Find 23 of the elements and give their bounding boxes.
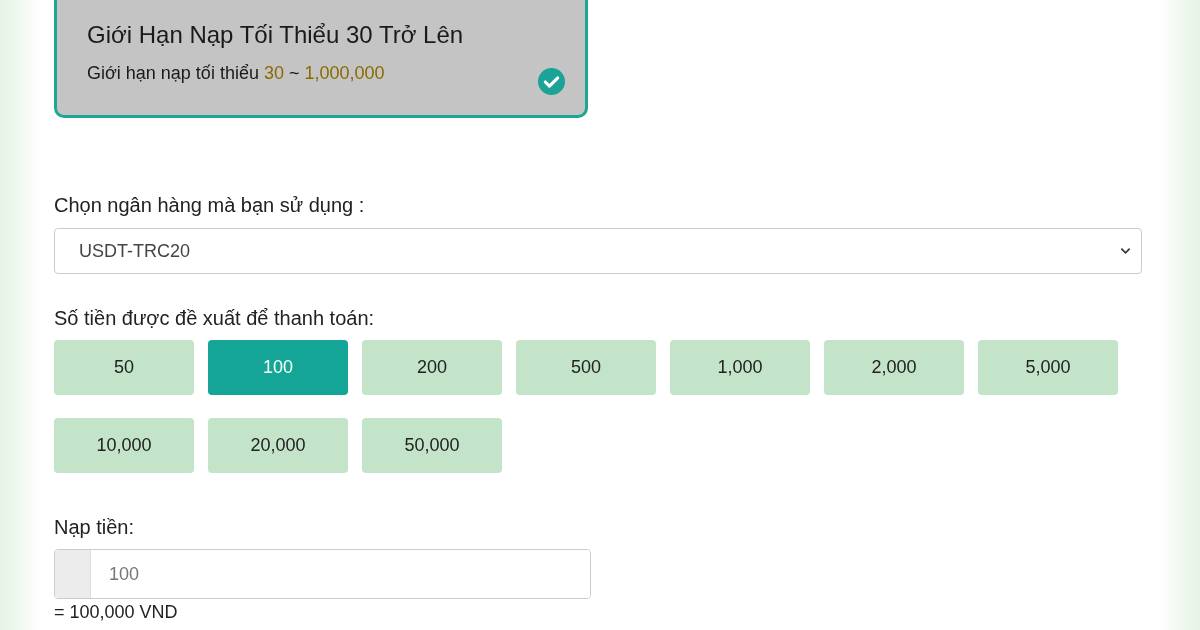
option-title: Giới Hạn Nạp Tối Thiểu 30 Trở Lên	[87, 21, 465, 49]
bank-select[interactable]: USDT-TRC20	[54, 228, 1142, 274]
limit-label: Giới hạn nạp tối thiểu	[87, 63, 259, 84]
amount-button[interactable]: 10,000	[54, 418, 194, 473]
deposit-option-card[interactable]: Giới Hạn Nạp Tối Thiểu 30 Trở Lên Giới hạn nạp tối thiểu 30 ~ 1,000,000	[54, 0, 588, 118]
amount-button[interactable]: 5,000	[978, 340, 1118, 395]
bank-label: Chọn ngân hàng mà bạn sử dụng :	[54, 194, 366, 217]
amount-input[interactable]: 100	[54, 549, 591, 599]
amount-button[interactable]: 50,000	[362, 418, 502, 473]
amount-button[interactable]: 20,000	[208, 418, 348, 473]
amount-button[interactable]: 1,000	[670, 340, 810, 395]
amount-button[interactable]: 500	[516, 340, 656, 395]
limit-max: 1,000,000	[304, 63, 385, 84]
limit-min: 30	[263, 63, 284, 84]
amount-label: Nạp tiền:	[54, 516, 136, 539]
limit-separator: ~	[288, 63, 300, 84]
amount-button[interactable]: 2,000	[824, 340, 964, 395]
check-circle-icon	[538, 68, 565, 95]
converted-amount: = 100,000 VND	[54, 602, 179, 623]
amount-button[interactable]: 200	[362, 340, 502, 395]
chevron-down-icon	[1120, 247, 1131, 255]
amounts-label: Số tiền được đề xuất để thanh toán:	[54, 307, 376, 330]
amount-button[interactable]: 50	[54, 340, 194, 395]
